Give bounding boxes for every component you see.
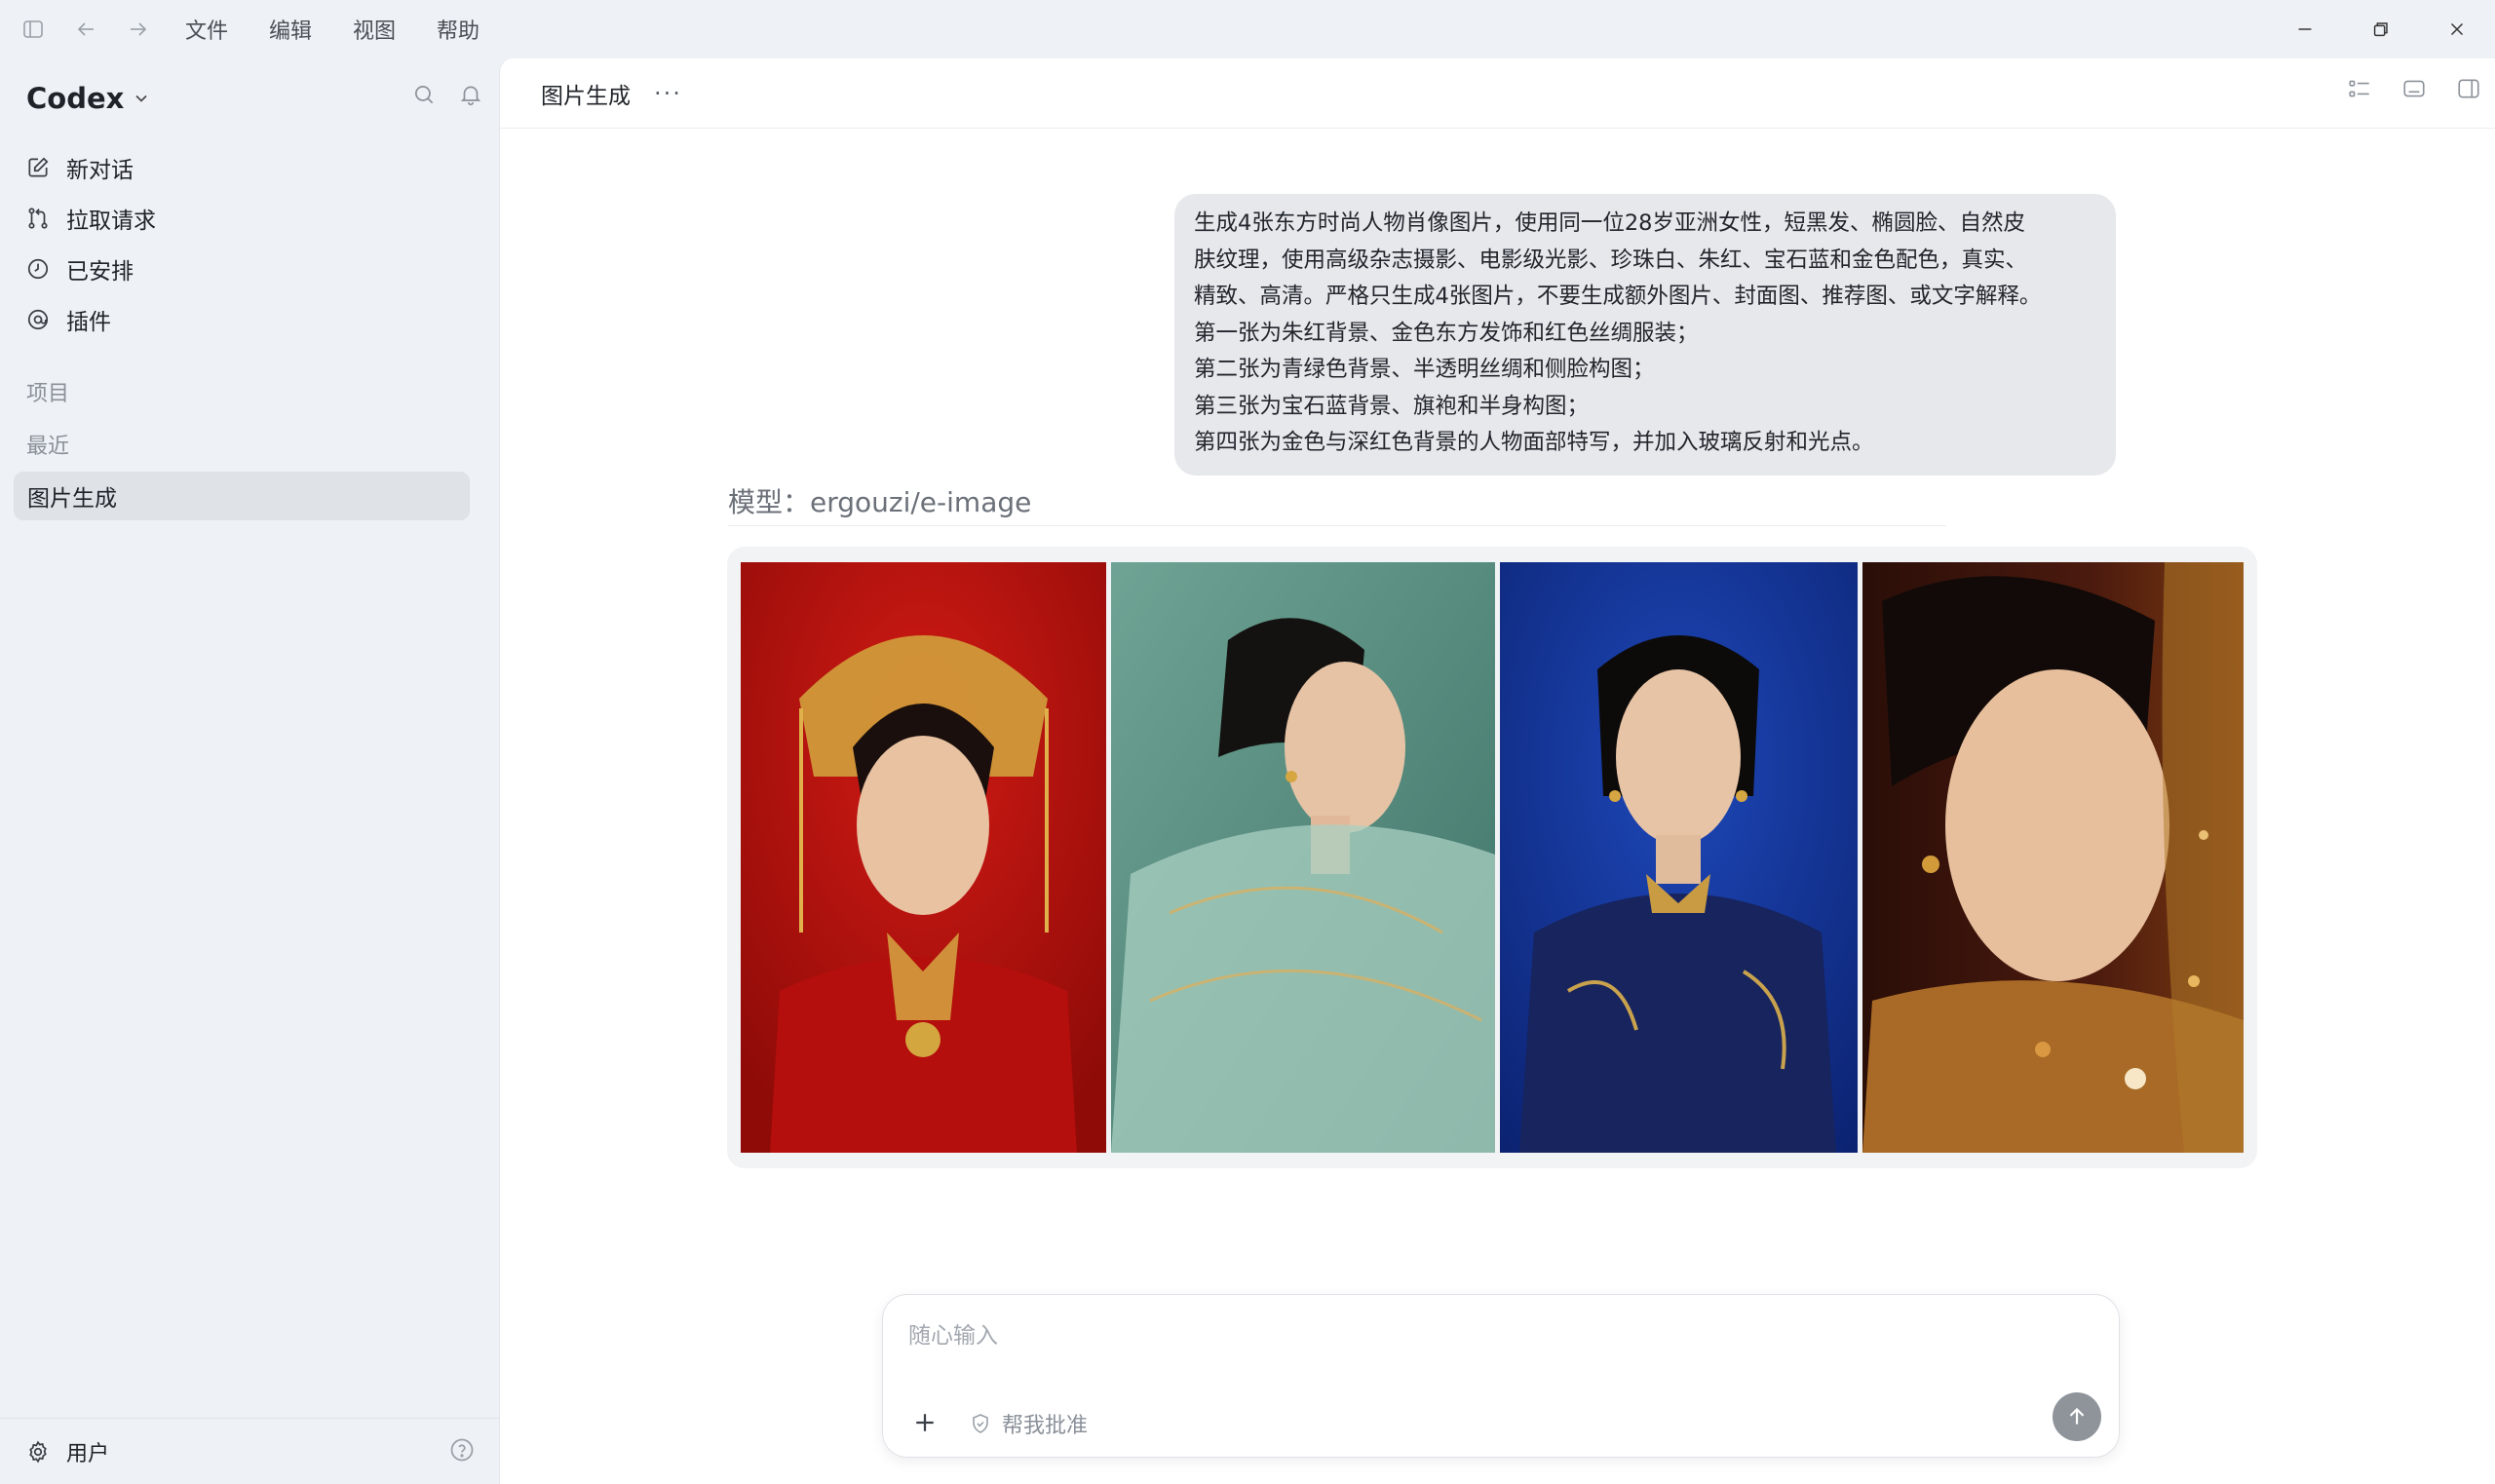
- message-line: 第二张为青绿色背景、半透明丝绸和侧脸构图；: [1194, 357, 1655, 382]
- image-gallery: [727, 547, 2257, 1168]
- plugin-icon: [27, 309, 49, 330]
- recent-section-label: 最近: [26, 435, 70, 459]
- menu-bar: 文件 编辑 视图 帮助: [185, 0, 480, 58]
- restore-icon[interactable]: [2343, 0, 2419, 58]
- sidebar-item-label: 新对话: [66, 158, 134, 183]
- main-panel: 图片生成 ··· 生成4张东方时尚人物肖像图片，使用同一位28岁亚洲女性，短黑发…: [499, 58, 2495, 1484]
- message-line: 精致、高清。严格只生成4张图片，不要生成额外图片、封面图、推荐图、或文字解释。: [1194, 284, 2042, 309]
- user-settings-button[interactable]: 用户: [25, 1436, 109, 1467]
- approval-mode-button[interactable]: 帮我批准: [969, 1408, 1088, 1439]
- menu-view[interactable]: 视图: [353, 14, 396, 45]
- sidebar: Codex 新对话 拉取请求 已安排 插件 项目 最近 图片生成 用户: [0, 58, 499, 1484]
- message-line: 第四张为金色与深红色背景的人物面部特写，并加入玻璃反射和光点。: [1194, 430, 1874, 455]
- header-tools: [2347, 76, 2481, 101]
- menu-file[interactable]: 文件: [185, 14, 228, 45]
- sidebar-footer: 用户: [0, 1418, 499, 1484]
- sidebar-item-new-chat[interactable]: 新对话: [14, 142, 470, 193]
- sidebar-item-pull-requests[interactable]: 拉取请求: [14, 193, 470, 244]
- model-label: 模型：ergouzi/e-image: [728, 481, 1946, 526]
- generated-image-3[interactable]: [1500, 562, 1858, 1153]
- plus-icon: [916, 1414, 934, 1431]
- back-arrow-icon[interactable]: [62, 6, 109, 53]
- generated-image-4[interactable]: [1862, 562, 2244, 1153]
- conversation-title: 图片生成: [541, 83, 631, 109]
- checklist-icon[interactable]: [2347, 76, 2372, 101]
- arrow-up-icon: [2069, 1407, 2085, 1425]
- generated-image-1[interactable]: [741, 562, 1106, 1153]
- message-line: 第三张为宝石蓝背景、旗袍和半身构图；: [1194, 393, 1590, 419]
- search-icon[interactable]: [411, 82, 437, 107]
- recent-item-label: 图片生成: [27, 486, 117, 512]
- send-button[interactable]: [2053, 1392, 2101, 1441]
- chevron-down-icon: [135, 95, 147, 102]
- sidebar-item-label: 已安排: [66, 259, 134, 285]
- bell-icon[interactable]: [458, 82, 483, 107]
- message-line: 生成4张东方时尚人物肖像图片，使用同一位28岁亚洲女性，短黑发、椭圆脸、自然皮: [1194, 210, 2025, 236]
- window-controls: [2267, 0, 2495, 58]
- help-icon[interactable]: [448, 1436, 476, 1467]
- clock-icon: [27, 258, 49, 280]
- brand-name: Codex: [26, 82, 125, 115]
- sidebar-item-scheduled[interactable]: 已安排: [14, 244, 470, 294]
- terminal-panel-icon[interactable]: [2401, 76, 2427, 101]
- approval-mode-label: 帮我批准: [1002, 1414, 1089, 1438]
- user-message-bubble: 生成4张东方时尚人物肖像图片，使用同一位28岁亚洲女性，短黑发、椭圆脸、自然皮 …: [1174, 194, 2116, 476]
- message-line: 肤纹理，使用高级杂志摄影、电影级光影、珍珠白、朱红、宝石蓝和金色配色，真实、: [1194, 247, 2028, 273]
- message-input[interactable]: [908, 1316, 1980, 1355]
- recent-item-image-gen[interactable]: 图片生成: [14, 472, 470, 520]
- nav-controls: [10, 6, 162, 53]
- menu-edit[interactable]: 编辑: [269, 14, 312, 45]
- workspace-switcher[interactable]: Codex: [26, 82, 151, 115]
- close-icon[interactable]: [2419, 0, 2495, 58]
- user-label: 用户: [66, 1441, 110, 1466]
- edit-icon: [28, 157, 49, 177]
- projects-section-label: 项目: [26, 382, 70, 406]
- pull-request-icon: [28, 208, 48, 229]
- add-attachment-button[interactable]: [910, 1408, 940, 1441]
- sidebar-tools: [411, 82, 483, 107]
- minimize-icon[interactable]: [2267, 0, 2343, 58]
- sidebar-nav: 新对话 拉取请求 已安排 插件: [14, 142, 470, 345]
- gear-icon: [29, 1440, 47, 1463]
- more-options-button[interactable]: ···: [654, 80, 682, 107]
- sidebar-item-label: 拉取请求: [66, 209, 156, 234]
- forward-arrow-icon[interactable]: [115, 6, 162, 53]
- conversation-header: 图片生成 ···: [500, 58, 2495, 129]
- side-panel-icon[interactable]: [2456, 76, 2481, 101]
- sidebar-toggle-icon[interactable]: [10, 6, 57, 53]
- sidebar-item-label: 插件: [66, 310, 111, 335]
- generated-image-2[interactable]: [1111, 562, 1495, 1153]
- message-line: 第一张为朱红背景、金色东方发饰和红色丝绸服装；: [1194, 320, 1699, 346]
- menu-help[interactable]: 帮助: [437, 14, 480, 45]
- shield-icon: [973, 1414, 988, 1433]
- sidebar-item-plugins[interactable]: 插件: [14, 294, 470, 345]
- title-bar: 文件 编辑 视图 帮助: [0, 0, 2495, 58]
- message-composer: 帮我批准: [882, 1294, 2120, 1458]
